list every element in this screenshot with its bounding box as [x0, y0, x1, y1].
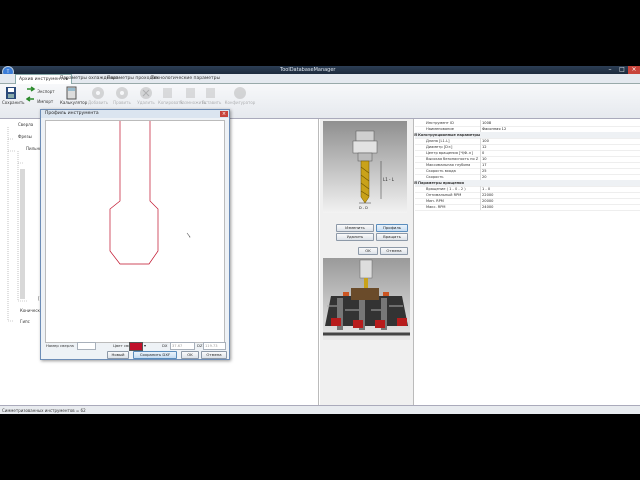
export-icon: [27, 86, 36, 92]
duplicate-icon: [186, 88, 195, 98]
title-bar: T ToolDatabaseManager – □ ×: [0, 66, 640, 78]
tree-item-gypsum[interactable]: Гипс: [20, 319, 30, 324]
copy-button[interactable]: Копировать: [158, 86, 183, 105]
preview-delete-button[interactable]: Удалить: [336, 233, 374, 241]
dialog-title-text: Профиль инструмента: [45, 111, 99, 116]
copy-icon: [163, 88, 172, 98]
edit-label: Править: [113, 100, 131, 105]
property-row[interactable]: Макс. RPM 24000: [415, 204, 640, 211]
change-drawing-button[interactable]: Изменить рисунок: [336, 224, 374, 236]
delete-button[interactable]: Удалить: [136, 86, 156, 105]
app-window: T ToolDatabaseManager – □ × Архив инстру…: [0, 66, 640, 414]
profile-button[interactable]: Профиль: [376, 224, 408, 232]
new-button[interactable]: Новый: [107, 351, 129, 359]
calculator-button[interactable]: Калькулятор: [60, 86, 87, 105]
maximize-button[interactable]: □: [616, 66, 628, 74]
dx-field[interactable]: 37.67: [170, 342, 195, 350]
minimize-button[interactable]: –: [604, 66, 616, 74]
tool-profile-dialog: Профиль инструмента × Номер сверла Цвет …: [40, 109, 230, 360]
edit-tool-icon: [116, 87, 128, 99]
properties-grid: Инструмент ID 1008 Наименование Фасонная 12…: [414, 119, 640, 405]
configurator-icon: [234, 87, 246, 99]
save-dxf-button[interactable]: Сохранить DXF: [133, 351, 177, 359]
dialog-title: Профиль инструмента: [41, 110, 229, 118]
calculator-icon: [66, 86, 76, 100]
dx-label: DX: [162, 343, 168, 348]
saw-blade-icon: [92, 87, 104, 99]
save-label: Сохранить: [2, 100, 25, 105]
floppy-icon: [6, 87, 16, 99]
export-button[interactable]: Экспорт: [26, 86, 56, 94]
drill-number-label: Номер сверла: [46, 343, 74, 348]
rotate-button[interactable]: Вращать: [376, 233, 408, 241]
length-dimension-label: L1 - L: [383, 177, 395, 182]
preview-cancel-button[interactable]: Отмена: [380, 247, 408, 255]
dialog-ok-button[interactable]: OK: [181, 351, 199, 359]
calculator-label: Калькулятор: [60, 100, 88, 105]
configurator-label: Конфигуратор: [224, 100, 256, 105]
drill-number-input[interactable]: [77, 342, 96, 350]
dz-label: DZ: [197, 343, 203, 348]
duplicate-button[interactable]: Размножить: [180, 86, 206, 105]
preview-ok-button[interactable]: OK: [358, 247, 378, 255]
window-title: ToolDatabaseManager: [280, 67, 336, 73]
property-value[interactable]: 24000: [480, 204, 632, 210]
configurator-button[interactable]: Конфигуратор: [222, 86, 258, 105]
paste-label: Вставить: [202, 100, 222, 105]
tree-item-drills[interactable]: Сверла: [18, 122, 33, 127]
import-button[interactable]: Импорт: [25, 96, 56, 104]
machine-3d-view: [323, 258, 410, 340]
tool-preview-panel: L1 - L D - D Изменить рисунок Профиль Уд…: [320, 119, 414, 405]
add-label: Добавить: [88, 100, 109, 105]
dialog-cancel-button[interactable]: Отмена: [201, 351, 227, 359]
status-bar: Симметризованных инструментов = 62: [0, 405, 640, 414]
tree-item-mills[interactable]: Фрезы: [18, 134, 32, 139]
dialog-close-button[interactable]: ×: [220, 111, 228, 117]
profile-canvas[interactable]: [45, 120, 225, 343]
save-button[interactable]: Сохранить: [2, 86, 25, 105]
paste-button[interactable]: Вставить: [202, 86, 222, 105]
add-button[interactable]: Добавить: [88, 86, 108, 105]
delete-label: Удалить: [137, 100, 155, 105]
export-label: Экспорт: [37, 89, 55, 94]
paste-icon: [206, 88, 215, 98]
ribbon-tabs: Архив инструментов Параметры охлаждения …: [0, 74, 640, 84]
tab-tech[interactable]: Технологические параметры: [148, 74, 223, 83]
property-key: Макс. RPM: [426, 205, 446, 209]
profile-drawing: [109, 121, 191, 265]
edit-button[interactable]: Править: [112, 86, 132, 105]
delete-tool-icon: [140, 87, 152, 99]
dz-field[interactable]: 119.73: [203, 342, 226, 350]
color-dropdown-icon[interactable]: ▾: [142, 342, 148, 349]
import-icon: [25, 96, 34, 102]
drill-color-swatch[interactable]: [129, 342, 143, 351]
close-button[interactable]: ×: [628, 66, 640, 74]
import-label: Импорт: [37, 99, 54, 104]
diameter-dimension-label: D - D: [359, 206, 368, 210]
tool-drawing: L1 - L D - D: [323, 121, 407, 213]
